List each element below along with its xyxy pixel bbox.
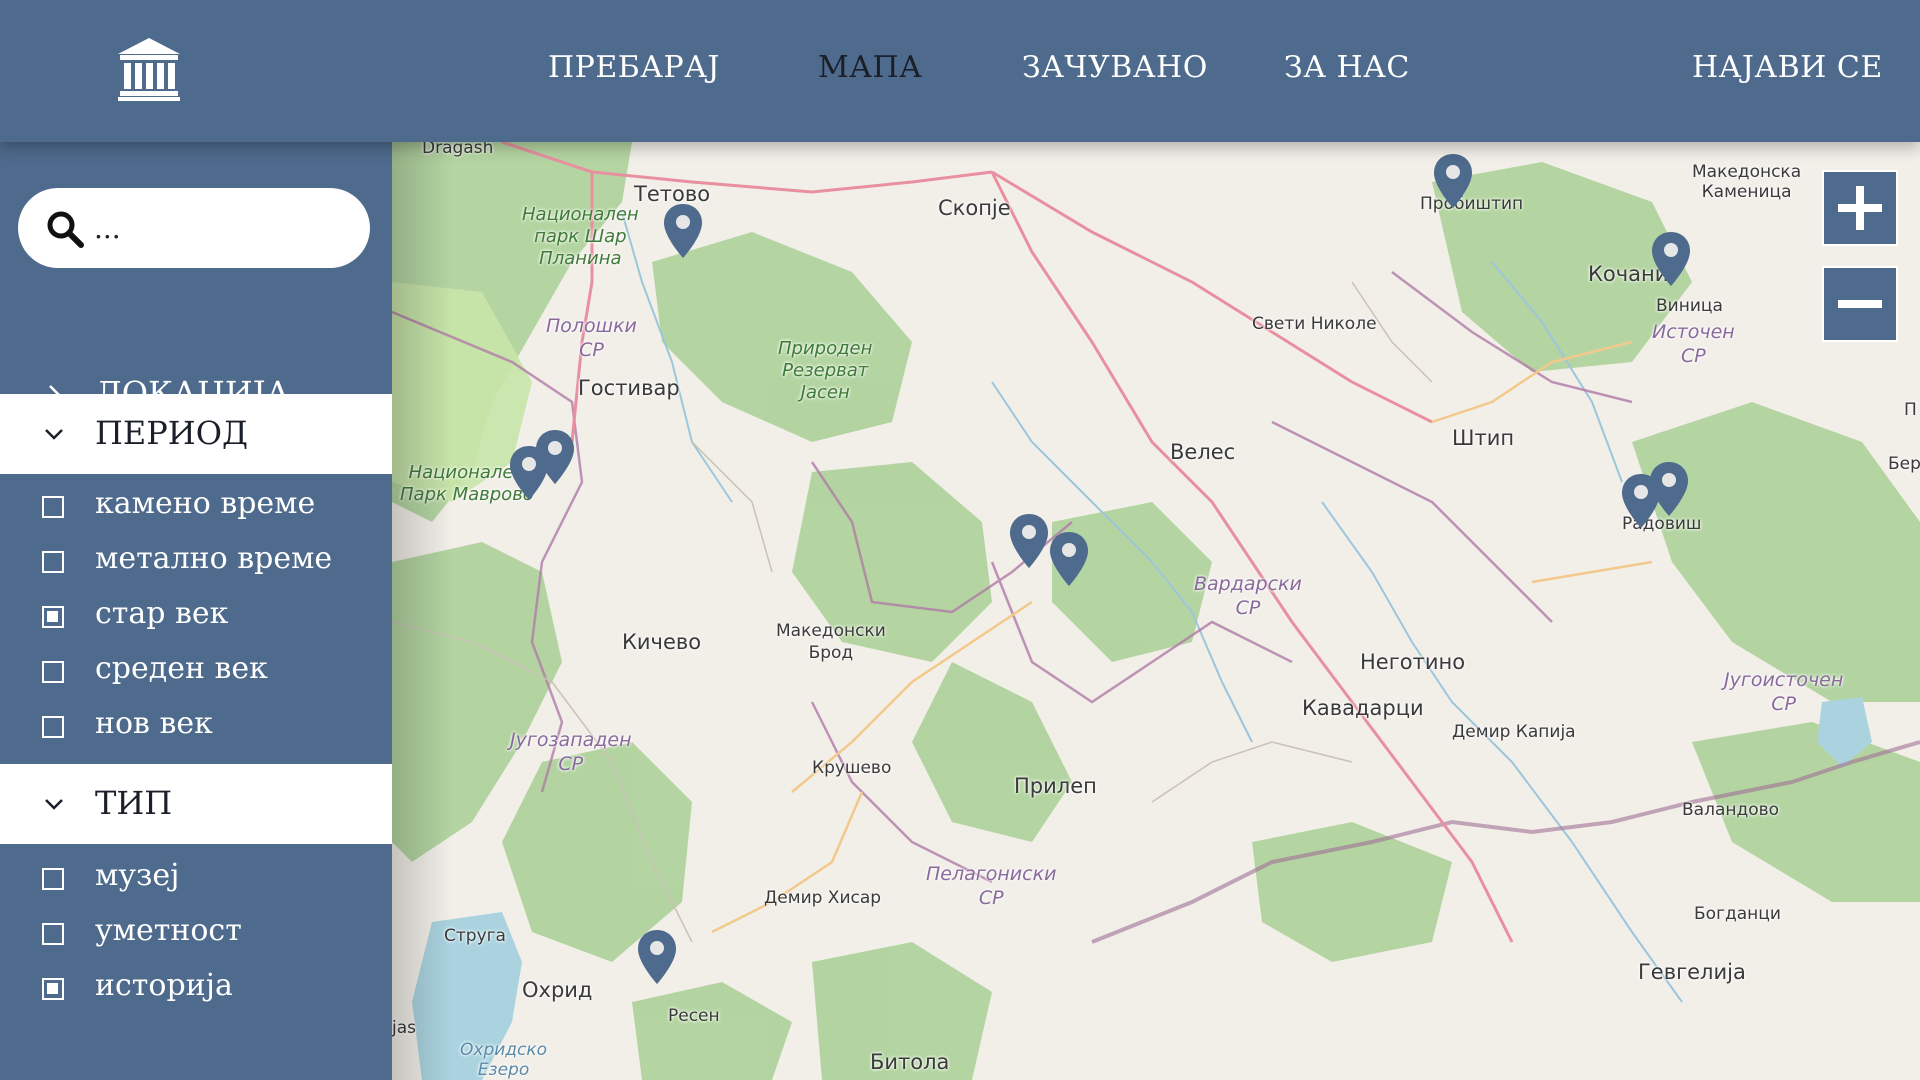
map-label-kichevo: Кичево [622,630,702,654]
zoom-out-button[interactable] [1822,266,1898,342]
map-label-gostivar: Гостивар [578,376,680,400]
checkbox-checked[interactable] [42,978,64,1000]
map-label-jas: jas [392,1018,416,1038]
map-label-makedonska-kamenica: Македонска Каменица [1692,162,1802,202]
option-label: музеј [95,858,180,893]
map-label-ohrid: Охрид [522,978,593,1002]
period-option[interactable]: нов век [0,702,392,752]
nav-map[interactable]: МАПА [818,50,922,85]
map-label-prilep: Прилеп [1014,774,1097,798]
map-label-region-poloshki: Полошки СР [546,315,637,361]
top-navigation-bar: ПРЕБАРАЈ МАПА ЗАЧУВАНО ЗА НАС НАЈАВИ СЕ [0,0,1920,142]
map-label-region-jugoistochen: Југоисточен СР [1724,669,1844,715]
map-label-struga: Струга [444,926,506,946]
map-label-ohrid-lake: Охридско Езеро [460,1040,548,1080]
section-label: ПЕРИОД [95,414,248,452]
option-label: уметност [95,913,242,948]
map-label-resen: Ресен [668,1006,720,1026]
chevron-down-icon [45,799,63,810]
search-input[interactable] [94,202,354,254]
map-label-bogdanci: Богданци [1694,904,1781,924]
login-button[interactable]: НАЈАВИ СЕ [1692,50,1883,85]
filter-sidebar: ЛОКАЦИЈА ПЕРИОД камено време метално вре… [0,142,392,1080]
map-label-p-edge: П [1904,400,1917,420]
checkbox[interactable] [42,551,64,573]
map-pin-icon[interactable] [1048,530,1090,588]
map-label-region-istochen: Источен СР [1652,321,1735,367]
map-label-kavadarci: Кавадарци [1302,696,1424,720]
map-label-makedonski-brod: Македонски Брод [776,621,886,663]
checkbox[interactable] [42,716,64,738]
nav-saved[interactable]: ЗАЧУВАНО [1022,50,1208,85]
period-option[interactable]: среден век [0,647,392,697]
checkbox[interactable] [42,923,64,945]
map-label-park-shar: Национален парк Шар Планина [522,204,639,269]
map-pin-icon[interactable] [636,928,678,986]
period-option[interactable]: камено време [0,482,392,532]
option-label: историја [95,968,233,1003]
filter-section-period-header[interactable]: ПЕРИОД [0,394,392,474]
map-label-gevgelija: Гевгелија [1638,960,1746,984]
map-label-valandovo: Валандово [1682,800,1780,820]
map-view[interactable]: Dragash Тетово Скопје Пробиштип Македонс… [392,142,1920,1080]
checkbox-checked[interactable] [42,606,64,628]
map-label-demir-kapija: Демир Капија [1452,722,1576,742]
map-label-region-jugozapaden: Југозападен СР [510,729,632,775]
map-label-negotino: Неготино [1360,650,1466,674]
map-label-region-pelagoniski: Пелагониски СР [926,863,1057,909]
option-label: среден век [95,651,268,686]
option-label: нов век [95,706,213,741]
checkbox[interactable] [42,661,64,683]
map-label-region-vardarski: Вардарски СР [1194,573,1302,619]
search-box[interactable] [18,188,370,268]
map-label-vinica: Виница [1656,296,1723,316]
chevron-down-icon [45,429,63,440]
map-pin-icon[interactable] [1008,512,1050,570]
map-label-veles: Велес [1170,440,1236,464]
map-label-ber: Бер [1888,454,1920,474]
map-label-dragash: Dragash [422,142,494,158]
map-label-sveti-nikole: Свети Николе [1252,314,1377,334]
option-label: метално време [95,541,333,576]
section-label: ТИП [95,784,173,822]
map-label-shtip: Штип [1452,426,1515,450]
zoom-in-button[interactable] [1822,170,1898,246]
map-label-skopje: Скопје [938,196,1011,220]
type-option[interactable]: уметност [0,909,392,959]
map-label-demir-hisar: Демир Хисар [764,888,882,908]
search-icon[interactable] [46,210,84,248]
map-pin-icon[interactable] [1648,460,1690,518]
period-option[interactable]: стар век [0,592,392,642]
checkbox[interactable] [42,868,64,890]
map-pin-icon[interactable] [1650,230,1692,288]
type-option[interactable]: историја [0,964,392,1014]
nav-search[interactable]: ПРЕБАРАЈ [548,50,720,85]
museum-building-icon[interactable] [116,36,182,102]
map-pin-icon[interactable] [662,202,704,260]
nav-about[interactable]: ЗА НАС [1284,50,1410,85]
map-label-bitola: Битола [870,1050,950,1074]
map-label-reserve-jasen: Природен Резерват Јасен [778,338,873,403]
minus-icon [1838,300,1882,308]
period-option[interactable]: метално време [0,537,392,587]
option-label: камено време [95,486,316,521]
plus-icon [1838,186,1882,230]
option-label: стар век [95,596,229,631]
type-option[interactable]: музеј [0,854,392,904]
map-pin-icon[interactable] [1432,152,1474,210]
map-pin-icon[interactable] [534,428,576,486]
map-label-krushevo: Крушево [812,758,892,778]
filter-section-type[interactable]: ТИП [0,764,392,844]
checkbox[interactable] [42,496,64,518]
